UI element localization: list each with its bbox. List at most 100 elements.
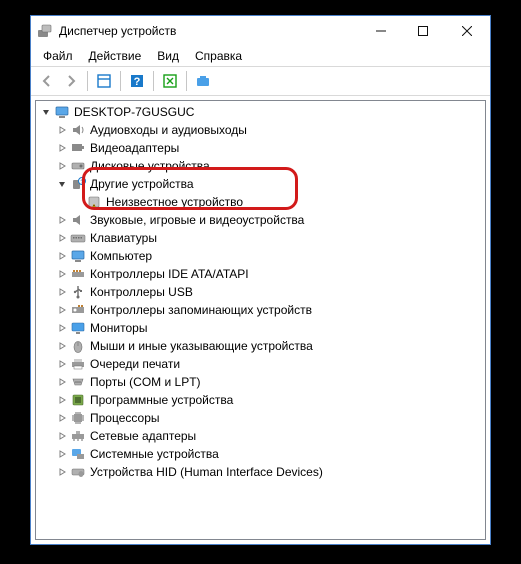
node-label: Мониторы [90, 321, 153, 335]
app-icon [37, 23, 53, 39]
node-label: Мыши и иные указывающие устройства [90, 339, 319, 353]
toolbar-separator [186, 71, 187, 91]
expander-closed-icon[interactable] [54, 302, 70, 318]
expander-closed-icon[interactable] [54, 356, 70, 372]
node-label: Порты (COM и LPT) [90, 375, 207, 389]
node-label: Контроллеры USB [90, 285, 199, 299]
node-label: Клавиатуры [90, 231, 163, 245]
forward-button[interactable] [60, 70, 82, 92]
tree-node-disks[interactable]: Дисковые устройства [36, 157, 485, 175]
node-label: Системные устройства [90, 447, 225, 461]
computer-icon [70, 248, 86, 264]
tree-node-hid[interactable]: Устройства HID (Human Interface Devices) [36, 463, 485, 481]
expander-closed-icon[interactable] [54, 248, 70, 264]
properties-button[interactable] [93, 70, 115, 92]
tree-area: DESKTOP-7GUSGUC Аудиовходы и аудиовыходы… [31, 96, 490, 544]
tree-node-root[interactable]: DESKTOP-7GUSGUC [36, 103, 485, 121]
tree-node-video[interactable]: Видеоадаптеры [36, 139, 485, 157]
expander-closed-icon[interactable] [54, 266, 70, 282]
network-icon [70, 428, 86, 444]
menubar: Файл Действие Вид Справка [31, 46, 490, 67]
expander-closed-icon[interactable] [54, 122, 70, 138]
device-tree[interactable]: DESKTOP-7GUSGUC Аудиовходы и аудиовыходы… [35, 100, 486, 540]
node-label: Видеоадаптеры [90, 141, 185, 155]
node-label: Звуковые, игровые и видеоустройства [90, 213, 310, 227]
close-button[interactable] [444, 17, 490, 46]
expander-closed-icon[interactable] [54, 158, 70, 174]
toolbar-separator [120, 71, 121, 91]
scan-button[interactable] [159, 70, 181, 92]
menu-view[interactable]: Вид [149, 47, 187, 65]
keyboard-icon [70, 230, 86, 246]
printer-icon [70, 356, 86, 372]
minimize-button[interactable] [360, 17, 402, 46]
port-icon [70, 374, 86, 390]
expander-closed-icon[interactable] [54, 320, 70, 336]
help-button[interactable]: ? [126, 70, 148, 92]
tree-node-unknown[interactable]: Неизвестное устройство [36, 193, 485, 211]
tree-node-audio[interactable]: Аудиовходы и аудиовыходы [36, 121, 485, 139]
processor-icon [70, 410, 86, 426]
tree-node-system[interactable]: Системные устройства [36, 445, 485, 463]
software-device-icon [70, 392, 86, 408]
tree-node-ports[interactable]: Порты (COM и LPT) [36, 373, 485, 391]
device-manager-window: Диспетчер устройств Файл Действие Вид Сп… [30, 15, 491, 545]
node-label: Контроллеры IDE ATA/ATAPI [90, 267, 255, 281]
expander-closed-icon[interactable] [54, 212, 70, 228]
tree-node-print-queues[interactable]: Очереди печати [36, 355, 485, 373]
tree-node-computer[interactable]: Компьютер [36, 247, 485, 265]
tree-node-monitors[interactable]: Мониторы [36, 319, 485, 337]
tree-node-keyboards[interactable]: Клавиатуры [36, 229, 485, 247]
toolbar-separator [87, 71, 88, 91]
other-devices-icon: ? [70, 176, 86, 192]
expander-closed-icon[interactable] [54, 428, 70, 444]
mouse-icon [70, 338, 86, 354]
node-label: Контроллеры запоминающих устройств [90, 303, 318, 317]
tree-node-sound-game[interactable]: Звуковые, игровые и видеоустройства [36, 211, 485, 229]
system-device-icon [70, 446, 86, 462]
node-label: Программные устройства [90, 393, 239, 407]
tree-node-other[interactable]: ? Другие устройства [36, 175, 485, 193]
menu-action[interactable]: Действие [81, 47, 150, 65]
tree-node-processors[interactable]: Процессоры [36, 409, 485, 427]
usb-icon [70, 284, 86, 300]
toolbar-separator [153, 71, 154, 91]
tree-node-ide[interactable]: Контроллеры IDE ATA/ATAPI [36, 265, 485, 283]
expander-closed-icon[interactable] [54, 410, 70, 426]
node-label: Неизвестное устройство [106, 195, 249, 209]
controller-icon [70, 266, 86, 282]
expander-closed-icon[interactable] [54, 374, 70, 390]
expander-open-icon[interactable] [54, 176, 70, 192]
node-label: DESKTOP-7GUSGUC [74, 105, 200, 119]
node-label: Компьютер [90, 249, 158, 263]
computer-icon [54, 104, 70, 120]
back-button[interactable] [36, 70, 58, 92]
node-label: Устройства HID (Human Interface Devices) [90, 465, 329, 479]
tree-node-usb[interactable]: Контроллеры USB [36, 283, 485, 301]
expander-closed-icon[interactable] [54, 140, 70, 156]
storage-controller-icon [70, 302, 86, 318]
maximize-button[interactable] [402, 17, 444, 46]
show-hidden-button[interactable] [192, 70, 214, 92]
expander-closed-icon[interactable] [54, 284, 70, 300]
tree-node-storage-ctrl[interactable]: Контроллеры запоминающих устройств [36, 301, 485, 319]
node-label: Другие устройства [90, 177, 200, 191]
expander-closed-icon[interactable] [54, 392, 70, 408]
menu-help[interactable]: Справка [187, 47, 250, 65]
tree-node-mice[interactable]: Мыши и иные указывающие устройства [36, 337, 485, 355]
expander-closed-icon[interactable] [54, 230, 70, 246]
expander-open-icon[interactable] [38, 104, 54, 120]
disk-icon [70, 158, 86, 174]
menu-file[interactable]: Файл [35, 47, 81, 65]
monitor-icon [70, 320, 86, 336]
unknown-device-icon [86, 194, 102, 210]
node-label: Очереди печати [90, 357, 186, 371]
tree-node-network[interactable]: Сетевые адаптеры [36, 427, 485, 445]
tree-node-software[interactable]: Программные устройства [36, 391, 485, 409]
expander-closed-icon[interactable] [54, 338, 70, 354]
svg-text:?: ? [134, 76, 141, 88]
speaker-icon [70, 122, 86, 138]
expander-closed-icon[interactable] [54, 464, 70, 480]
expander-closed-icon[interactable] [54, 446, 70, 462]
titlebar: Диспетчер устройств [31, 16, 490, 46]
